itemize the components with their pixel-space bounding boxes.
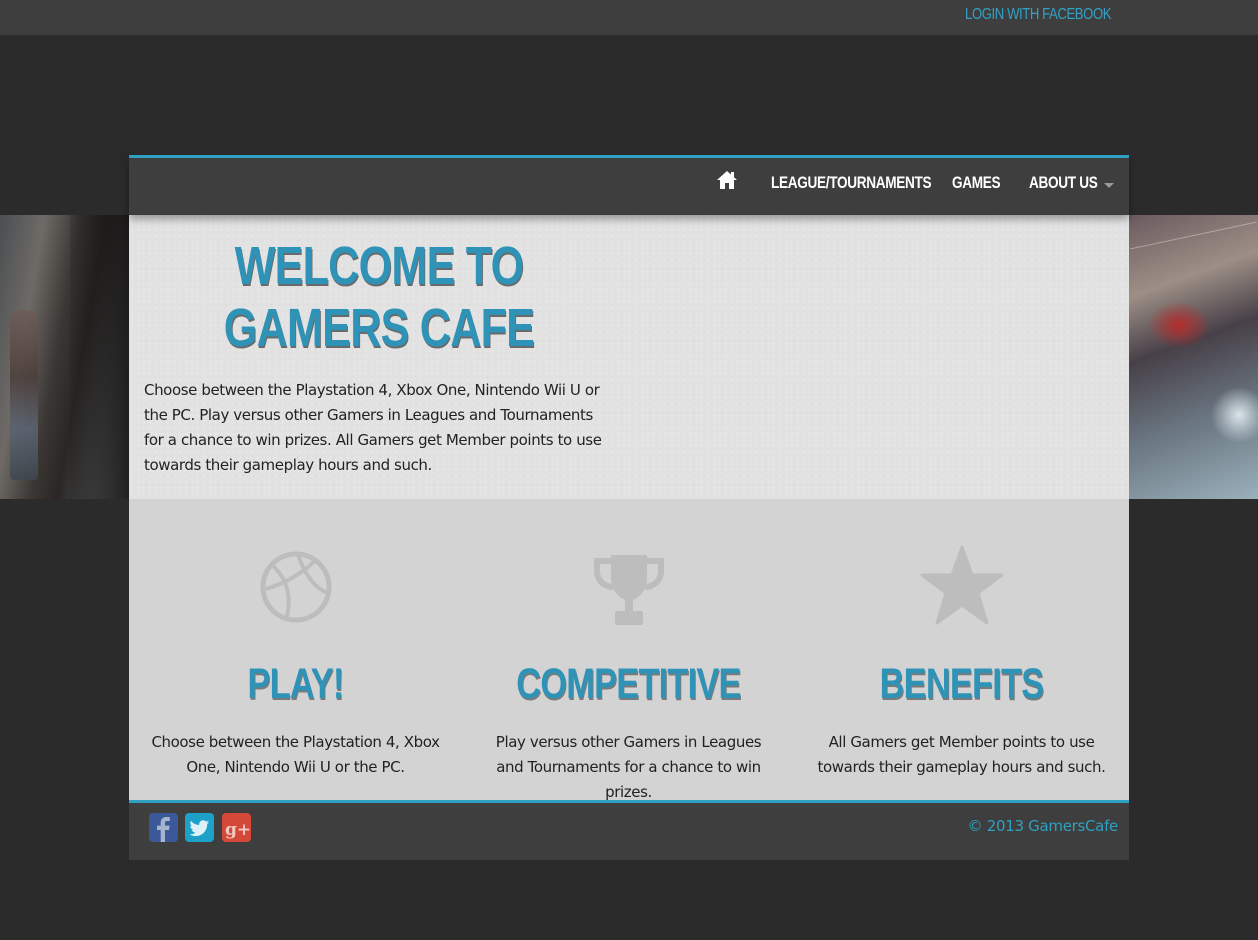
feature-competitive: COMPETITIVE Play versus other Gamers in … <box>462 499 795 801</box>
welcome-title: WELCOME TO GAMERS CAFE <box>223 236 535 358</box>
main-container: LEAGUE/TOURNAMENTS GAMES ABOUT US WELCOM… <box>129 155 1129 860</box>
login-with-facebook-link[interactable]: LOGIN WITH FACEBOOK <box>965 6 1111 24</box>
hero-image-right <box>1129 215 1258 499</box>
nav-about-us[interactable]: ABOUT US <box>1029 173 1098 193</box>
footer: g+ © 2013 GamersCafe <box>129 800 1129 860</box>
svg-text:g+: g+ <box>225 820 251 840</box>
home-icon[interactable] <box>716 170 738 190</box>
basketball-icon <box>260 551 331 623</box>
hero-image-left <box>0 215 129 499</box>
copyright-text: © 2013 GamersCafe <box>967 817 1119 835</box>
nav-games[interactable]: GAMES <box>952 173 1001 193</box>
nav-league-tournaments[interactable]: LEAGUE/TOURNAMENTS <box>771 173 932 193</box>
feature-title: BENEFITS <box>879 660 1045 708</box>
feature-text: All Gamers get Member points to use towa… <box>817 733 1106 776</box>
feature-text: Play versus other Gamers in Leagues and … <box>495 733 762 801</box>
feature-play: PLAY! Choose between the Playstation 4, … <box>129 499 462 800</box>
top-bar: LOGIN WITH FACEBOOK <box>0 0 1258 35</box>
trophy-icon <box>593 555 664 625</box>
twitter-icon[interactable] <box>185 813 214 842</box>
star-icon <box>920 545 1003 625</box>
welcome-section: WELCOME TO GAMERS CAFE Choose between th… <box>129 215 1129 499</box>
features-section: PLAY! Choose between the Playstation 4, … <box>129 499 1129 801</box>
google-plus-icon[interactable]: g+ <box>222 813 251 842</box>
feature-title: PLAY! <box>247 660 344 708</box>
chevron-down-icon[interactable] <box>1104 183 1114 188</box>
welcome-text: Choose between the Playstation 4, Xbox O… <box>144 381 602 474</box>
feature-text: Choose between the Playstation 4, Xbox O… <box>151 733 440 776</box>
feature-title: COMPETITIVE <box>516 660 741 708</box>
navbar: LEAGUE/TOURNAMENTS GAMES ABOUT US <box>129 155 1129 215</box>
feature-benefits: BENEFITS All Gamers get Member points to… <box>795 499 1128 800</box>
facebook-icon[interactable] <box>149 813 178 842</box>
